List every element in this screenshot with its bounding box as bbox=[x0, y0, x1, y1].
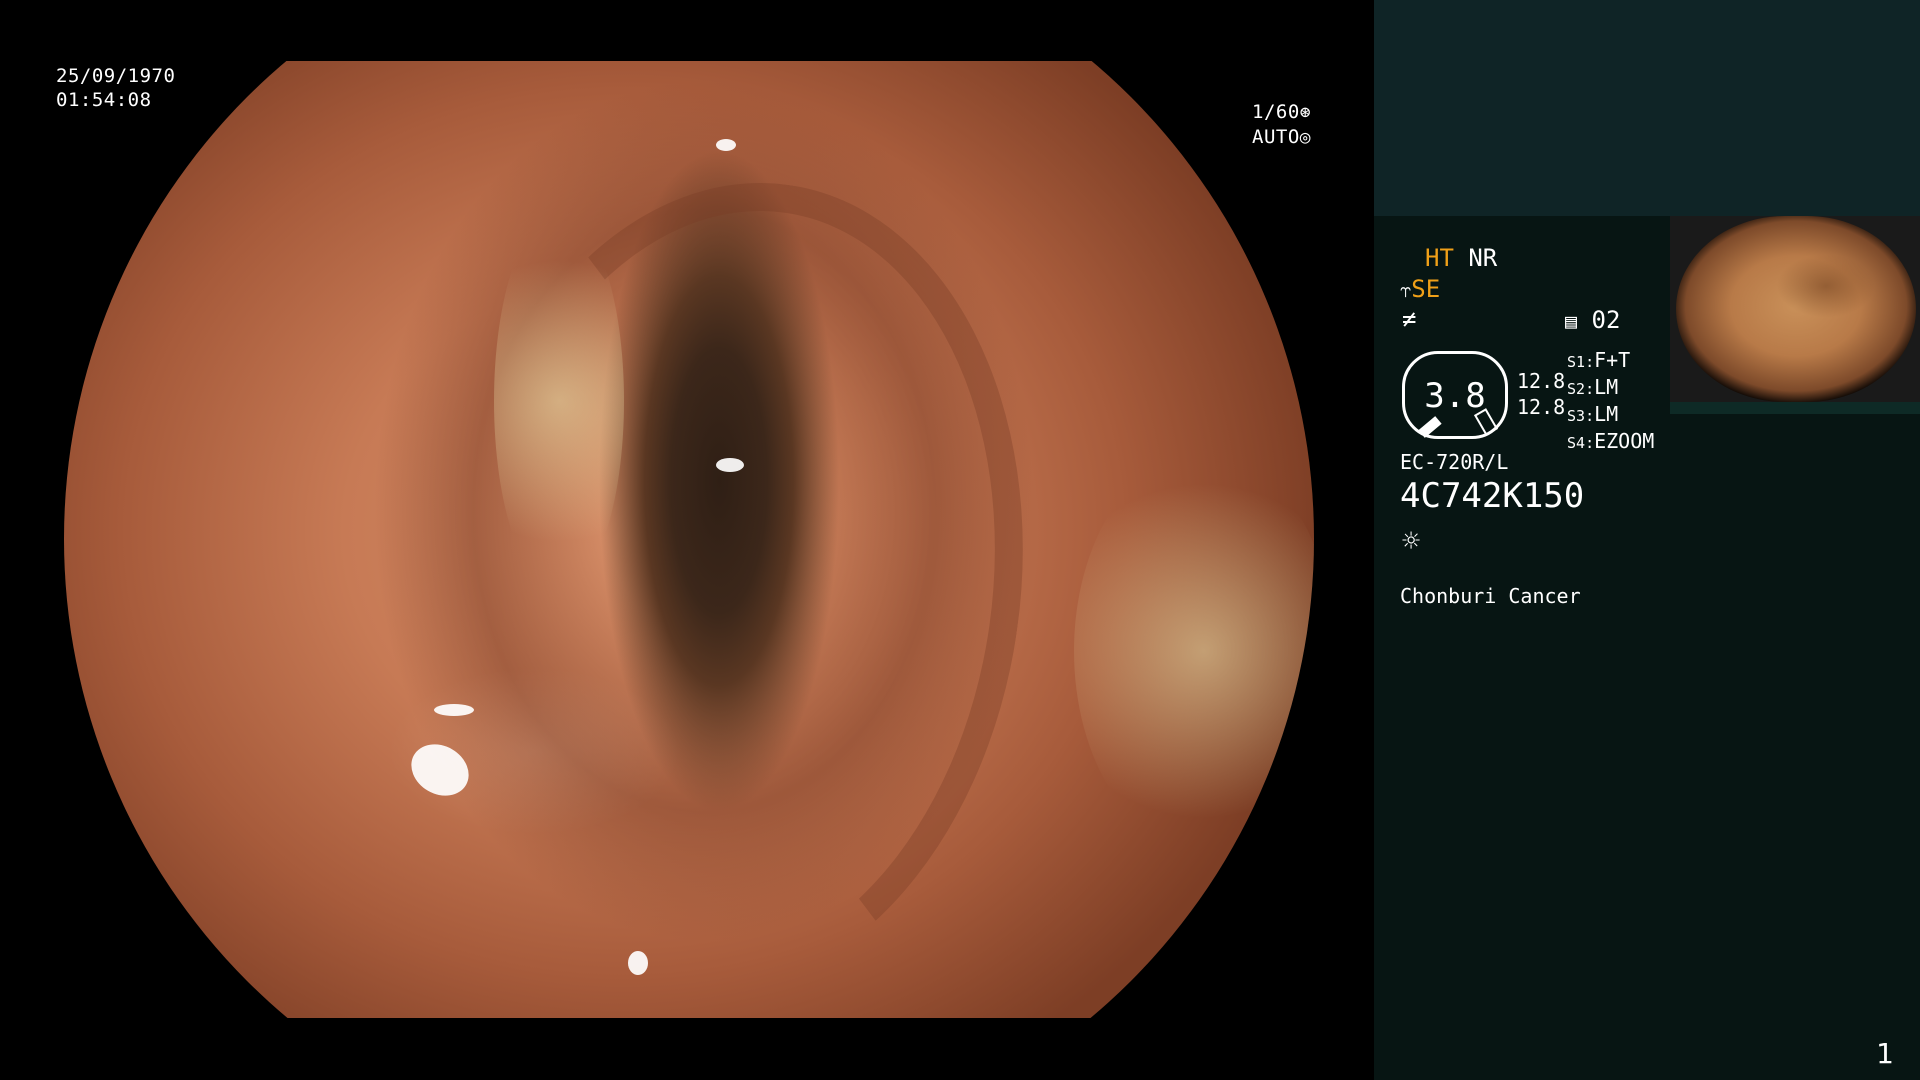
image-settings: HT NR bbox=[1425, 244, 1497, 272]
shutter-speed: 1/60 bbox=[1252, 101, 1300, 123]
page-number: 1 bbox=[1876, 1037, 1894, 1070]
switch-key: S2 bbox=[1567, 380, 1586, 398]
institution-name: Chonburi Cancer bbox=[1400, 584, 1581, 608]
thumbnail-status-strip bbox=[1670, 402, 1920, 414]
bubble-cluster-right bbox=[1074, 451, 1314, 851]
se-setting: ⥾SE bbox=[1400, 275, 1440, 304]
light-reflection bbox=[628, 951, 648, 975]
ht-label: HT bbox=[1425, 244, 1454, 272]
mucosal-fold bbox=[390, 144, 1074, 1034]
side-value: 12.8 bbox=[1517, 395, 1566, 419]
exposure-mode: AUTO bbox=[1252, 126, 1300, 148]
switch-row: S4:EZOOM bbox=[1567, 429, 1655, 453]
dial-side-values: 12.8 12.8 bbox=[1517, 368, 1565, 420]
capture-thumbnail[interactable] bbox=[1670, 216, 1920, 402]
dial-value: 3.8 bbox=[1424, 376, 1486, 416]
se-label: SE bbox=[1411, 275, 1441, 303]
endoscopic-image bbox=[64, 61, 1314, 1034]
light-reflection bbox=[716, 458, 744, 472]
switch-row: S2:LM bbox=[1567, 375, 1619, 399]
scope-model: EC-720R/L bbox=[1400, 450, 1509, 474]
switch-value: LM bbox=[1594, 402, 1619, 426]
exposure-info: 1/60⊛ AUTO◎ bbox=[1252, 100, 1311, 150]
memory-indicator: ▤ 02 bbox=[1565, 306, 1620, 335]
timestamp: 25/09/1970 01:54:08 bbox=[56, 64, 175, 112]
thumbnail-image bbox=[1676, 216, 1916, 402]
aperture-icon: ⊛ bbox=[1299, 102, 1312, 123]
side-value: 12.8 bbox=[1517, 369, 1566, 393]
light-reflection bbox=[716, 139, 736, 151]
switch-key: S3 bbox=[1567, 407, 1586, 425]
memory-value: 02 bbox=[1591, 306, 1621, 334]
switch-row: S1:F+T bbox=[1567, 348, 1631, 372]
time-text: 01:54:08 bbox=[56, 89, 152, 111]
nr-label: NR bbox=[1468, 244, 1498, 272]
switch-value: LM bbox=[1594, 375, 1619, 399]
dial-indicator-left bbox=[1418, 416, 1442, 438]
side-panel-header bbox=[1374, 0, 1920, 216]
endoscope-viewport: 25/09/1970 01:54:08 1/60⊛ AUTO◎ bbox=[0, 0, 1374, 1080]
light-reflection bbox=[434, 704, 474, 716]
switch-key: S4 bbox=[1567, 434, 1586, 452]
switch-value: EZOOM bbox=[1594, 429, 1655, 453]
iris-icon: ◎ bbox=[1299, 127, 1312, 148]
switch-row: S3:LM bbox=[1567, 402, 1619, 426]
scope-serial: 4C742K150 bbox=[1400, 476, 1585, 516]
scope-icon: ⥾ bbox=[1400, 278, 1412, 302]
switch-value: F+T bbox=[1594, 348, 1631, 372]
bubble-cluster-left bbox=[494, 211, 624, 591]
sun-icon: ☼ bbox=[1402, 524, 1421, 559]
not-equal-icon: ≠ bbox=[1402, 305, 1417, 333]
zoom-dial: 3.8 bbox=[1402, 351, 1508, 439]
memory-card-icon: ▤ bbox=[1565, 309, 1578, 333]
switch-key: S1 bbox=[1567, 353, 1586, 371]
date-text: 25/09/1970 bbox=[56, 65, 176, 87]
switch-list: S1:F+T S2:LM S3:LM S4:EZOOM bbox=[1567, 348, 1654, 456]
